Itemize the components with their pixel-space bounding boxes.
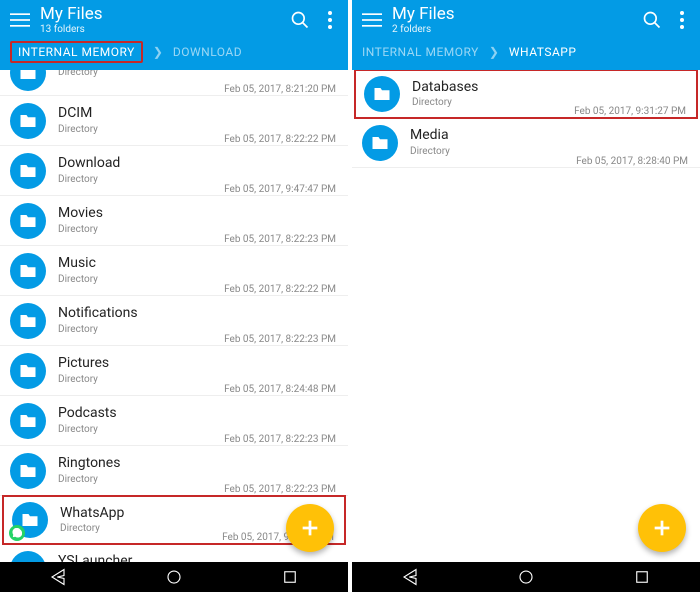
folder-icon [10,203,46,239]
item-name: Pictures [58,355,224,372]
chevron-right-icon: ❯ [489,45,499,59]
app-bar: My Files 2 folders INTERNAL MEMORY ❯ WHA… [352,0,700,70]
fab-add-button[interactable] [638,504,686,552]
nav-home-icon[interactable] [517,568,535,586]
item-type: Directory [58,424,224,436]
hamburger-icon[interactable] [10,10,30,30]
item-type: Directory [58,224,224,236]
item-type: Directory [412,97,574,109]
item-time: Feb 05, 2017, 8:22:23 PM [224,334,336,345]
folder-icon [364,76,400,112]
android-nav-bar [0,562,348,592]
item-name: Databases [412,79,574,96]
breadcrumb: INTERNAL MEMORY ❯ DOWNLOAD [0,40,348,70]
app-title: My Files [392,5,642,24]
folder-icon [10,303,46,339]
breadcrumb-download[interactable]: DOWNLOAD [173,45,242,59]
list-item[interactable]: Media DirectoryFeb 05, 2017, 8:28:40 PM [352,118,700,168]
folder-icon [10,453,46,489]
list-item[interactable]: Directory Feb 05, 2017, 8:21:20 PM [0,70,348,96]
folder-list[interactable]: DatabasesDirectoryFeb 05, 2017, 9:31:27 … [352,70,700,562]
item-time: Feb 05, 2017, 8:22:23 PM [224,484,336,495]
list-item[interactable]: Podcasts DirectoryFeb 05, 2017, 8:22:23 P… [0,396,348,446]
folder-icon [10,153,46,189]
app-title: My Files [40,5,290,24]
list-item[interactable]: Ringtones DirectoryFeb 05, 2017, 8:22:23 … [0,446,348,496]
list-item[interactable]: DatabasesDirectoryFeb 05, 2017, 9:31:27 … [354,70,698,119]
item-time: Feb 05, 2017, 8:28:40 PM [576,156,688,167]
item-time: Feb 05, 2017, 8:21:20 PM [224,84,336,95]
search-icon[interactable] [642,10,662,30]
item-type: Directory [60,523,222,535]
item-time: Feb 05, 2017, 8:22:22 PM [224,284,336,295]
item-name: YSLauncher [58,553,224,562]
app-subtitle: 13 folders [40,24,290,35]
item-type: Directory [58,174,224,186]
breadcrumb-internal-memory[interactable]: INTERNAL MEMORY [362,45,479,59]
folder-icon [362,125,398,161]
nav-recents-icon[interactable] [281,568,299,586]
nav-back-icon[interactable] [49,568,67,586]
list-item[interactable]: Music DirectoryFeb 05, 2017, 8:22:22 PM [0,246,348,296]
overflow-menu-icon[interactable] [328,11,332,29]
item-time: Feb 05, 2017, 9:47:47 PM [224,184,336,195]
item-type: Directory [58,374,224,386]
nav-back-icon[interactable] [401,568,419,586]
item-name: Media [410,127,576,144]
list-item[interactable]: Notifications DirectoryFeb 05, 2017, 8:22… [0,296,348,346]
overflow-menu-icon[interactable] [680,11,684,29]
breadcrumb-whatsapp[interactable]: WHATSAPP [509,45,577,59]
screen-right: My Files 2 folders INTERNAL MEMORY ❯ WHA… [352,0,700,592]
folder-icon [10,403,46,439]
folder-icon [10,103,46,139]
item-time: Feb 05, 2017, 8:24:48 PM [224,384,336,395]
folder-icon [10,70,46,91]
folder-icon [12,502,48,538]
item-name: Movies [58,205,224,222]
app-subtitle: 2 folders [392,24,642,35]
item-time: Feb 05, 2017, 8:22:23 PM [224,434,336,445]
list-item[interactable]: DCIM DirectoryFeb 05, 2017, 8:22:22 PM [0,96,348,146]
breadcrumb-internal-memory[interactable]: INTERNAL MEMORY [10,41,143,63]
item-type: Directory [410,146,576,158]
screen-left: My Files 13 folders INTERNAL MEMORY ❯ DO… [0,0,348,592]
folder-icon [10,551,46,563]
item-name: Podcasts [58,405,224,422]
folder-icon [10,253,46,289]
item-name: Music [58,255,224,272]
item-time: Feb 05, 2017, 8:22:23 PM [224,234,336,245]
item-name: Download [58,155,224,172]
item-name: Ringtones [58,455,224,472]
hamburger-icon[interactable] [362,10,382,30]
folder-icon [10,353,46,389]
nav-recents-icon[interactable] [633,568,651,586]
item-type: Directory [58,474,224,486]
item-type: Directory [58,70,224,79]
item-name: DCIM [58,105,224,122]
item-name: WhatsApp [60,505,222,522]
app-bar: My Files 13 folders INTERNAL MEMORY ❯ DO… [0,0,348,70]
breadcrumb: INTERNAL MEMORY ❯ WHATSAPP [352,40,700,70]
list-item[interactable]: Download DirectoryFeb 05, 2017, 9:47:47 P… [0,146,348,196]
item-time: Feb 05, 2017, 9:31:27 PM [574,106,686,117]
chevron-right-icon: ❯ [153,45,163,59]
item-time: Feb 05, 2017, 8:22:22 PM [224,134,336,145]
nav-home-icon[interactable] [165,568,183,586]
list-item[interactable]: Movies DirectoryFeb 05, 2017, 8:22:23 PM [0,196,348,246]
item-type: Directory [58,324,224,336]
list-item[interactable]: Pictures DirectoryFeb 05, 2017, 8:24:48 P… [0,346,348,396]
fab-add-button[interactable] [286,504,334,552]
item-name: Notifications [58,305,224,322]
search-icon[interactable] [290,10,310,30]
android-nav-bar [352,562,700,592]
item-type: Directory [58,124,224,136]
folder-list[interactable]: Directory Feb 05, 2017, 8:21:20 PM DCIMD… [0,70,348,562]
item-type: Directory [58,274,224,286]
